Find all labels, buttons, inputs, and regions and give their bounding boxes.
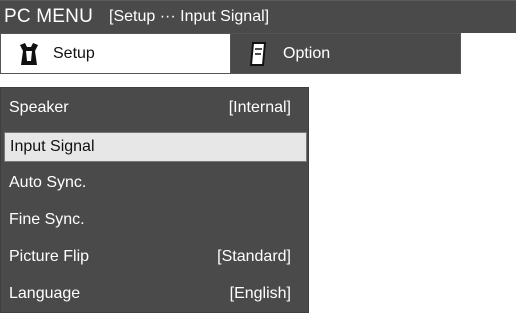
menu-item-speaker[interactable]: Speaker [Internal] xyxy=(1,93,308,123)
breadcrumb: [Setup ··· Input Signal] xyxy=(109,8,270,25)
menu-item-label: Speaker xyxy=(9,99,69,116)
menu-item-value: [Internal] xyxy=(228,99,291,116)
tab-option[interactable]: Option xyxy=(231,34,460,73)
menu-item-language[interactable]: Language [English] xyxy=(1,279,308,309)
menu-item-label: Language xyxy=(9,285,81,302)
tab-bar: Setup Option xyxy=(0,33,461,74)
menu-title: PC MENU xyxy=(4,6,94,27)
title-bar: PC MENU [Setup ··· Input Signal] xyxy=(0,0,516,33)
menu-list: Speaker [Internal] Input Signal Auto Syn… xyxy=(0,87,309,313)
menu-item-auto-sync[interactable]: Auto Sync. xyxy=(1,168,308,198)
menu-item-picture-flip[interactable]: Picture Flip [Standard] xyxy=(1,242,308,272)
menu-item-label: Auto Sync. xyxy=(9,174,87,191)
menu-item-input-signal[interactable]: Input Signal xyxy=(4,132,307,162)
toolbox-icon xyxy=(17,41,41,67)
menu-item-value: [English] xyxy=(229,285,291,302)
menu-item-label: Picture Flip xyxy=(9,248,90,265)
menu-item-fine-sync[interactable]: Fine Sync. xyxy=(1,205,308,235)
tab-option-label: Option xyxy=(283,44,331,62)
tab-setup[interactable]: Setup xyxy=(1,34,231,73)
menu-item-label: Input Signal xyxy=(10,138,95,155)
tab-setup-label: Setup xyxy=(53,44,95,62)
menu-item-value: [Standard] xyxy=(217,248,291,265)
note-icon xyxy=(247,41,271,67)
menu-item-label: Fine Sync. xyxy=(9,211,85,228)
